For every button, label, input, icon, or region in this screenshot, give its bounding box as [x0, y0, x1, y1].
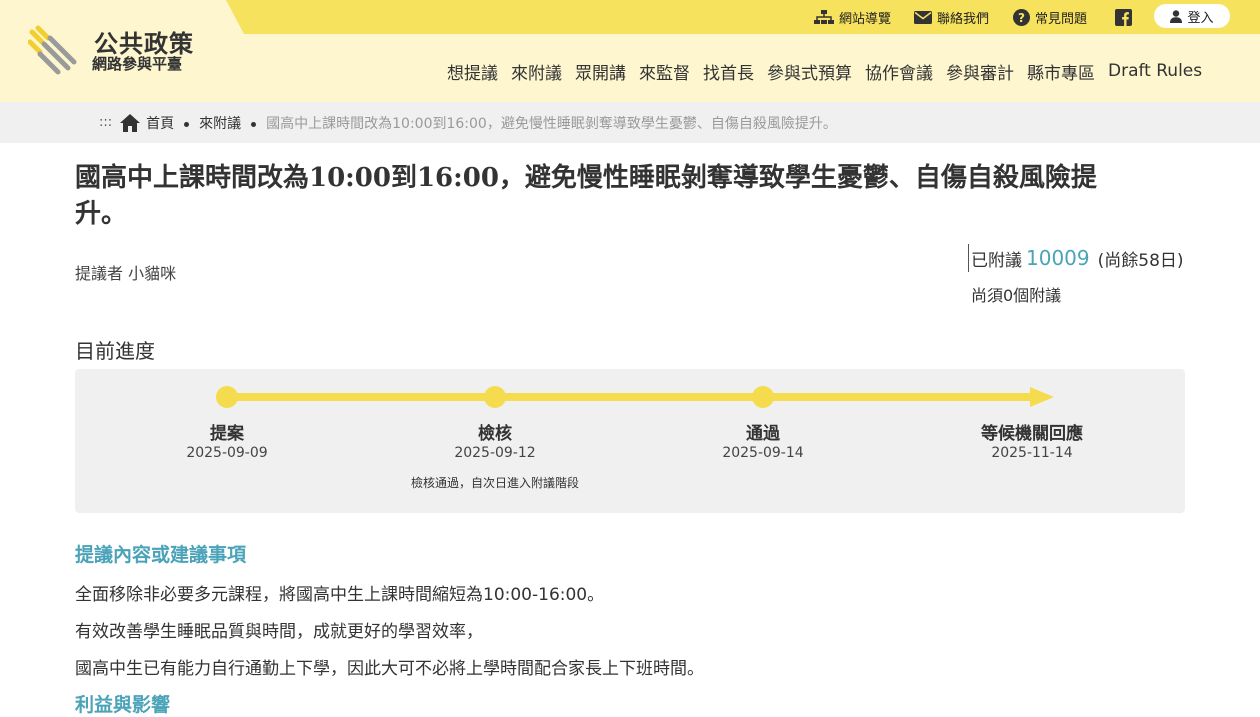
- breadcrumb-section[interactable]: 來附議: [199, 113, 241, 133]
- step-node: [484, 386, 506, 408]
- endorsed-label: 已附議: [971, 250, 1022, 271]
- content-paragraph: 有效改善學生睡眠品質與時間，成就更好的學習效率，: [75, 622, 483, 642]
- question-circle-icon: ?: [1013, 8, 1030, 26]
- nav-draft-rules[interactable]: Draft Rules: [1108, 61, 1202, 81]
- benefits-section-title: 利益與影響: [75, 694, 171, 716]
- nav-collab-meeting[interactable]: 協作會議: [865, 59, 933, 84]
- breadcrumb-home[interactable]: 首頁: [146, 113, 174, 133]
- nav-find-official[interactable]: 找首長: [703, 59, 754, 84]
- site-header: 公共政策 網路參與平臺 網站導覽 聯絡我們 ? 常見問題 登入 想提議 來附議 …: [0, 0, 1260, 102]
- nav-participatory-audit[interactable]: 參與審計: [946, 59, 1014, 84]
- step-label: 等候機關回應: [981, 424, 1083, 444]
- login-button[interactable]: 登入: [1154, 4, 1230, 28]
- facebook-link[interactable]: [1115, 0, 1132, 34]
- step-node: [752, 386, 774, 408]
- page-title: 國高中上課時間改為10:00到16:00，避免慢性睡眠剝奪導致學生憂鬱、自傷自殺…: [75, 163, 1097, 229]
- svg-text:?: ?: [1018, 11, 1025, 25]
- user-icon: [1170, 9, 1183, 23]
- top-utility-bar: [226, 0, 1260, 34]
- step-date: 2025-11-14: [991, 445, 1073, 461]
- faq-link[interactable]: ? 常見問題: [1013, 0, 1087, 34]
- step-label: 提案: [210, 424, 244, 444]
- step-note: 檢核通過，自次日進入附議階段: [410, 476, 579, 490]
- content-paragraph: 全面移除非必要多元課程，將國高中生上課時間縮短為10:00-16:00。: [75, 585, 605, 605]
- progress-tracker: 提案 2025-09-09 檢核 2025-09-12 檢核通過，自次日進入附議…: [75, 369, 1185, 513]
- endorsement-stats: 已附議 10009 (尚餘58日) 尚須0個附議: [968, 244, 1198, 306]
- nav-participatory-budget[interactable]: 參與式預算: [767, 59, 852, 84]
- sitemap-label: 網站導覽: [839, 11, 892, 27]
- login-label: 登入: [1187, 10, 1214, 26]
- proposer-name: 小貓咪: [128, 264, 177, 283]
- step-node: [216, 386, 238, 408]
- breadcrumb-current: 國高中上課時間改為10:00到16:00，避免慢性睡眠剝奪導致學生憂鬱、自傷自殺…: [266, 115, 837, 132]
- step-label: 檢核: [478, 424, 512, 444]
- progress-track: [227, 393, 1037, 401]
- days-left: (尚餘58日): [1097, 250, 1184, 271]
- endorsed-line: 已附議 10009 (尚餘58日): [968, 244, 1198, 272]
- logo-mark-icon: [28, 25, 77, 75]
- step-date: 2025-09-09: [186, 445, 268, 461]
- proposer-info: 提議者 小貓咪: [75, 260, 176, 284]
- endorsements-needed: 尚須0個附議: [971, 286, 1062, 305]
- breadcrumb: ::: 首頁 來附議 國高中上課時間改為10:00到16:00，避免慢性睡眠剝奪…: [99, 102, 837, 143]
- step-label: 通過: [746, 424, 780, 444]
- home-icon[interactable]: [120, 113, 141, 132]
- nav-discuss[interactable]: 眾開講: [575, 59, 626, 84]
- facebook-icon: [1115, 8, 1132, 26]
- nav-county-zone[interactable]: 縣市專區: [1027, 59, 1095, 84]
- accesskey-anchor[interactable]: :::: [99, 115, 112, 130]
- mail-icon: [914, 10, 932, 24]
- progress-heading: 目前進度: [75, 339, 155, 363]
- nav-endorse[interactable]: 來附議: [511, 59, 562, 84]
- endorsed-count: 10009: [1026, 246, 1090, 270]
- site-logo[interactable]: 公共政策 網路參與平臺: [28, 24, 208, 80]
- content-paragraph: 國高中生已有能力自行通勤上下學，因此大可不必將上學時間配合家長上下班時間。: [75, 659, 704, 679]
- breadcrumb-separator: [184, 122, 190, 127]
- breadcrumb-separator: [251, 122, 257, 127]
- nav-supervise[interactable]: 來監督: [639, 59, 690, 84]
- proposer-label: 提議者: [75, 264, 124, 283]
- logo-subtitle: 網路參與平臺: [92, 55, 183, 73]
- sitemap-link[interactable]: 網站導覽: [814, 0, 891, 34]
- contact-link[interactable]: 聯絡我們: [914, 0, 989, 34]
- breadcrumb-bar: ::: 首頁 來附議 國高中上課時間改為10:00到16:00，避免慢性睡眠剝奪…: [0, 102, 1260, 143]
- faq-label: 常見問題: [1035, 11, 1088, 27]
- step-date: 2025-09-12: [454, 445, 536, 461]
- progress-arrow-icon: [1030, 387, 1054, 407]
- nav-propose[interactable]: 想提議: [447, 59, 498, 84]
- main-nav: 想提議 來附議 眾開講 來監督 找首長 參與式預算 協作會議 參與審計 縣市專區…: [447, 56, 1202, 86]
- contact-label: 聯絡我們: [937, 11, 990, 27]
- content-section-title: 提議內容或建議事項: [75, 544, 247, 566]
- sitemap-icon: [814, 10, 834, 24]
- step-date: 2025-09-14: [722, 445, 804, 461]
